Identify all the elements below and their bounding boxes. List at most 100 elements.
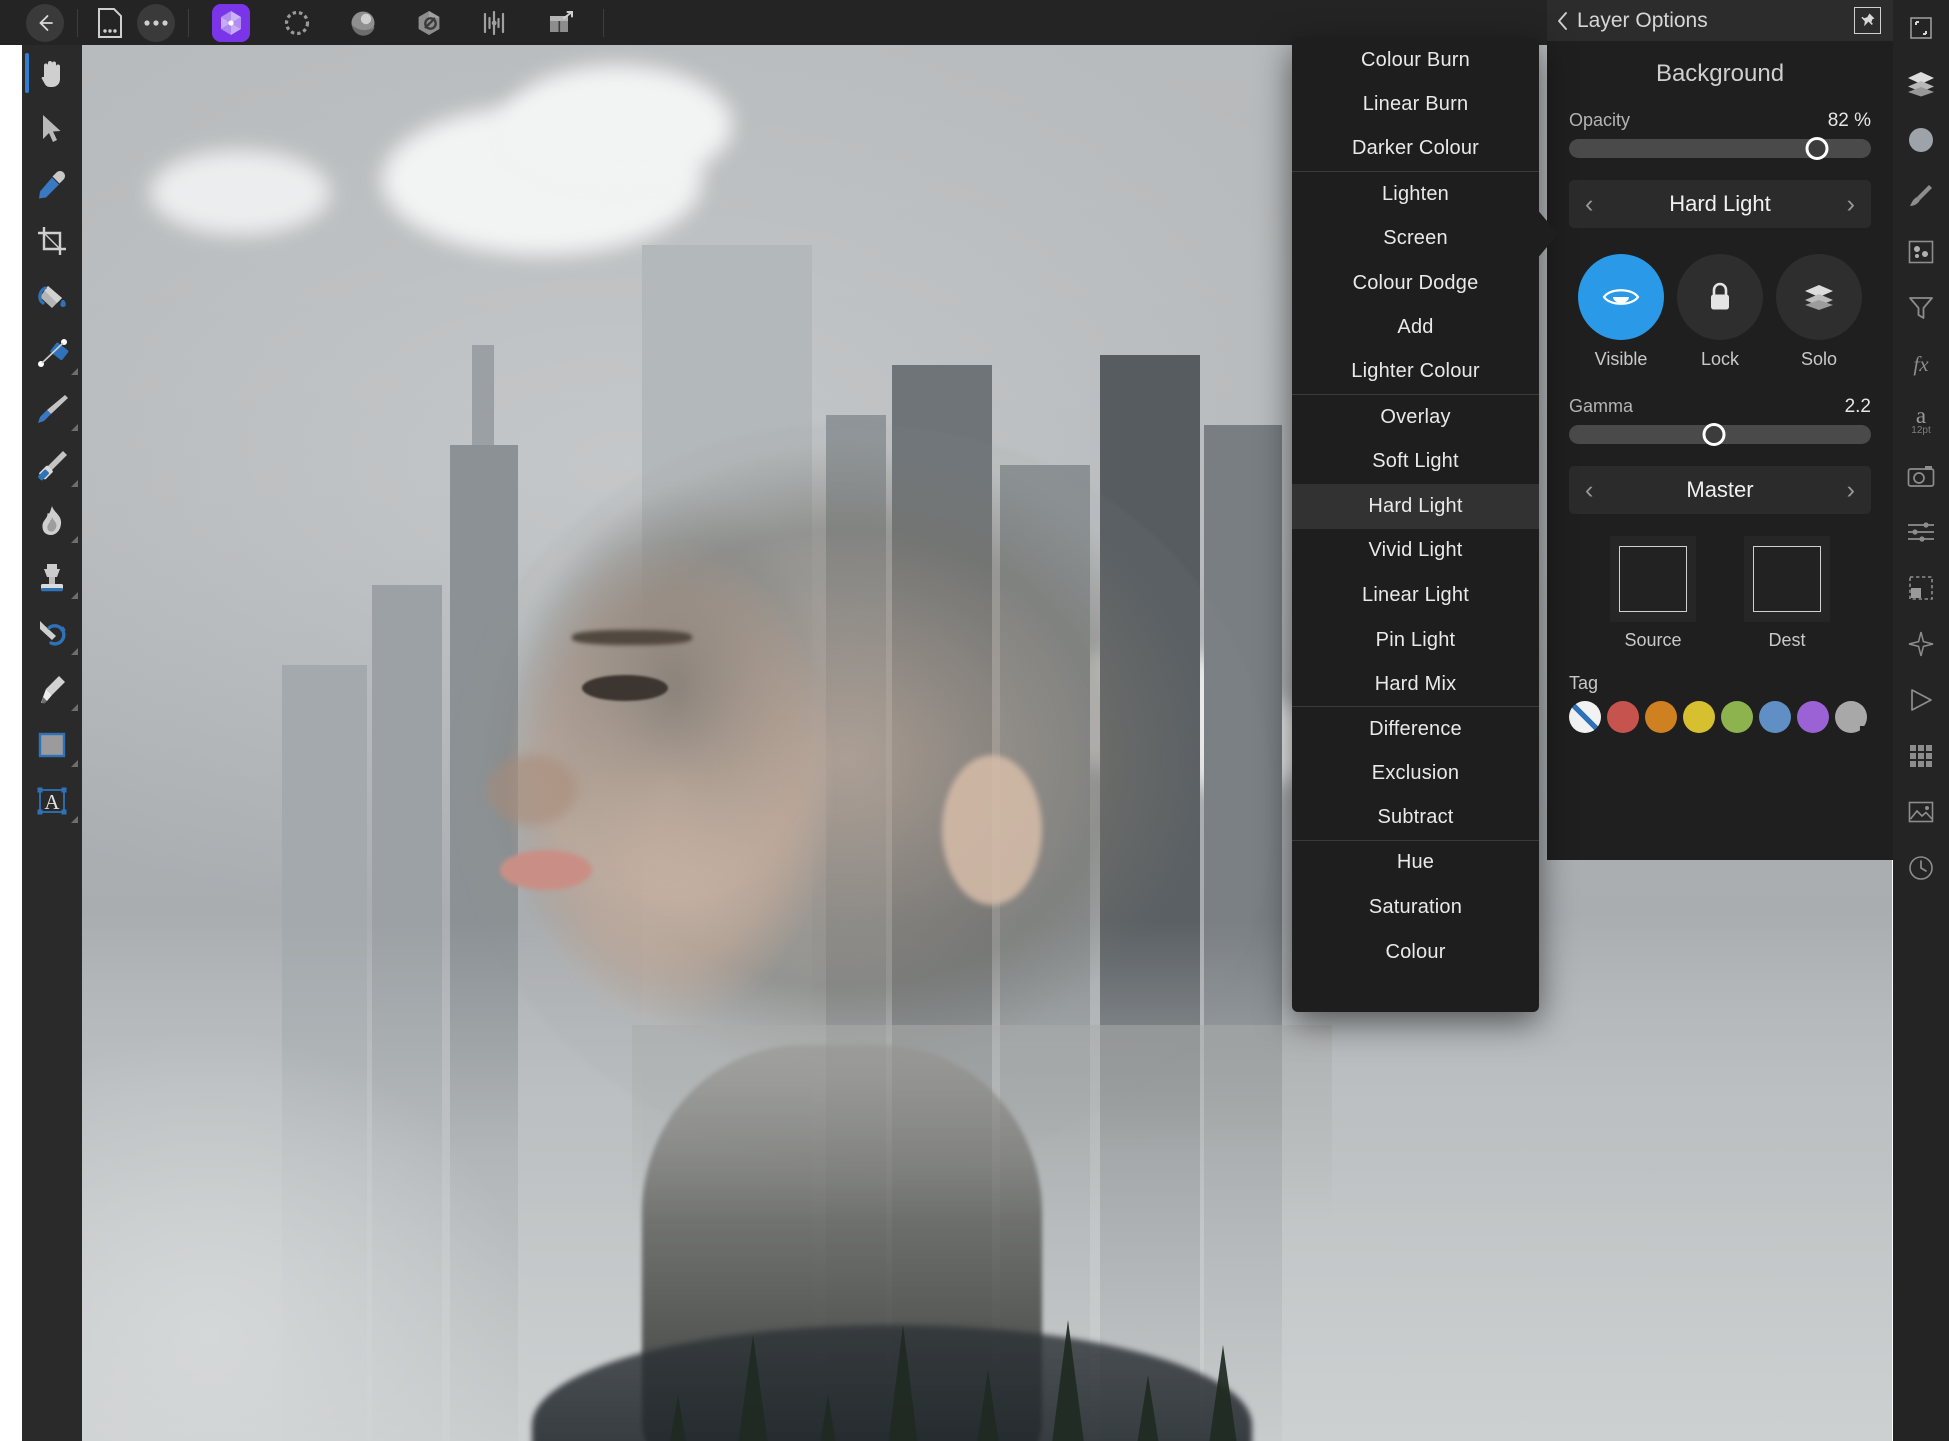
channel-next-button[interactable]: › xyxy=(1847,477,1855,503)
blend-mode-stepper[interactable]: ‹ Hard Light › xyxy=(1569,180,1871,228)
tool-submenu-indicator xyxy=(71,648,78,655)
tool-gradient[interactable] xyxy=(22,325,82,381)
visible-toggle[interactable]: Visible xyxy=(1575,254,1667,370)
studio-colour-button[interactable] xyxy=(1893,112,1949,168)
tool-rectangle[interactable] xyxy=(22,717,82,773)
studio-macros-button[interactable] xyxy=(1893,448,1949,504)
channel-stepper[interactable]: ‹ Master › xyxy=(1569,466,1871,514)
layers-icon xyxy=(1907,71,1935,97)
studio-history-button[interactable] xyxy=(1893,840,1949,896)
tag-colour-swatch[interactable] xyxy=(1759,701,1791,733)
studio-character-button[interactable]: a 12pt xyxy=(1893,392,1949,448)
blend-mode-item[interactable]: Difference xyxy=(1292,707,1539,752)
studio-macro-playback-button[interactable] xyxy=(1893,672,1949,728)
back-button[interactable] xyxy=(22,0,68,45)
tag-colour-swatch[interactable] xyxy=(1835,701,1867,733)
gamma-slider[interactable] xyxy=(1569,423,1871,446)
studio-navigator-button[interactable] xyxy=(1893,784,1949,840)
studio-sliders-button[interactable] xyxy=(1893,504,1949,560)
persona-liquify[interactable] xyxy=(344,4,382,42)
tool-artistic-text[interactable]: A xyxy=(22,773,82,829)
studio-adjustment-button[interactable] xyxy=(1893,224,1949,280)
tone-mapping-persona-icon xyxy=(482,10,508,36)
tool-burn-brush[interactable] xyxy=(22,493,82,549)
tag-colour-swatch[interactable] xyxy=(1569,701,1601,733)
studio-transform-button[interactable] xyxy=(1893,560,1949,616)
hand-tool-icon xyxy=(37,57,67,89)
studio-swatches-button[interactable] xyxy=(1893,728,1949,784)
studio-stock-button[interactable] xyxy=(1893,616,1949,672)
tool-pen[interactable] xyxy=(22,661,82,717)
studio-toggle-button[interactable] xyxy=(1893,0,1949,56)
studio-live-filters-button[interactable] xyxy=(1893,280,1949,336)
dest-swatch[interactable]: Dest xyxy=(1744,536,1830,651)
tool-crop[interactable] xyxy=(22,213,82,269)
lock-toggle[interactable]: Lock xyxy=(1674,254,1766,370)
tag-label: Tag xyxy=(1569,673,1599,693)
blend-mode-item[interactable]: Pin Light xyxy=(1292,618,1539,663)
tool-colour-picker[interactable] xyxy=(22,157,82,213)
tag-colour-swatch[interactable] xyxy=(1721,701,1753,733)
blend-mode-item[interactable]: Subtract xyxy=(1292,796,1539,841)
blend-mode-item[interactable]: Exclusion xyxy=(1292,752,1539,797)
tool-flood-fill[interactable] xyxy=(22,269,82,325)
grid-icon xyxy=(1909,744,1933,768)
blend-mode-item[interactable]: Screen xyxy=(1292,216,1539,261)
channel-prev-button[interactable]: ‹ xyxy=(1585,477,1593,503)
persona-export[interactable] xyxy=(542,4,580,42)
tool-clone-brush[interactable] xyxy=(22,549,82,605)
persona-tonemapping[interactable] xyxy=(476,4,514,42)
colour-circle-icon xyxy=(1907,126,1935,154)
blend-mode-item[interactable]: Colour Dodge xyxy=(1292,261,1539,306)
visible-toggle-label: Visible xyxy=(1594,349,1648,369)
persona-selection[interactable] xyxy=(278,4,316,42)
blend-mode-item[interactable]: Soft Light xyxy=(1292,439,1539,484)
blend-mode-menu[interactable]: Colour Burn Linear Burn Darker Colour Light… xyxy=(1292,38,1539,1012)
document-button[interactable] xyxy=(87,0,133,45)
blend-mode-next-button[interactable]: › xyxy=(1847,191,1855,217)
tool-paint-brush[interactable] xyxy=(22,381,82,437)
solo-toggle[interactable]: Solo xyxy=(1773,254,1865,370)
blend-mode-item[interactable]: Hard Mix xyxy=(1292,662,1539,707)
tag-colour-swatch[interactable] xyxy=(1683,701,1715,733)
opacity-slider[interactable] xyxy=(1569,137,1871,160)
tool-move[interactable] xyxy=(22,101,82,157)
tool-smudge-brush[interactable] xyxy=(22,605,82,661)
blend-mode-item[interactable]: Darker Colour xyxy=(1292,127,1539,172)
blend-mode-item[interactable]: Overlay xyxy=(1292,395,1539,440)
blend-mode-item[interactable]: Lighter Colour xyxy=(1292,350,1539,395)
pin-button[interactable] xyxy=(1854,7,1881,34)
gamma-slider-knob[interactable] xyxy=(1702,423,1726,446)
blend-mode-item[interactable]: Linear Burn xyxy=(1292,83,1539,128)
tag-colour-swatch[interactable] xyxy=(1797,701,1829,733)
blend-mode-item[interactable]: Colour Burn xyxy=(1292,38,1539,83)
source-swatch[interactable]: Source xyxy=(1610,536,1696,651)
tag-colour-swatch[interactable] xyxy=(1645,701,1677,733)
studio-effects-button[interactable]: fx xyxy=(1893,336,1949,392)
blend-mode-prev-button[interactable]: ‹ xyxy=(1585,191,1593,217)
blend-mode-item[interactable]: Lighten xyxy=(1292,172,1539,217)
more-button[interactable] xyxy=(133,0,179,45)
tool-submenu-indicator xyxy=(71,704,78,711)
persona-photo[interactable] xyxy=(212,3,250,42)
tool-view[interactable] xyxy=(22,45,82,101)
panel-back-button[interactable] xyxy=(1547,11,1577,31)
studio-brushes-button[interactable] xyxy=(1893,168,1949,224)
eyedropper-tool-icon xyxy=(35,168,69,202)
blend-mode-item[interactable]: Add xyxy=(1292,306,1539,351)
studio-layers-button[interactable] xyxy=(1893,56,1949,112)
blend-mode-item[interactable]: Colour xyxy=(1292,930,1539,975)
smudge-brush-tool-icon xyxy=(35,617,69,649)
blend-mode-item[interactable]: Saturation xyxy=(1292,885,1539,930)
star-sparkle-icon xyxy=(1907,630,1935,658)
opacity-slider-knob[interactable] xyxy=(1805,137,1829,160)
blend-mode-item[interactable]: Hard Light xyxy=(1292,483,1539,529)
persona-develop[interactable] xyxy=(410,4,448,42)
blend-mode-item[interactable]: Hue xyxy=(1292,841,1539,886)
tag-colour-swatch[interactable] xyxy=(1607,701,1639,733)
blend-mode-item[interactable]: Linear Light xyxy=(1292,573,1539,618)
lock-toggle-label: Lock xyxy=(1700,349,1740,369)
tool-erase-brush[interactable] xyxy=(22,437,82,493)
blend-mode-item[interactable]: Vivid Light xyxy=(1292,529,1539,574)
gradient-tool-icon xyxy=(35,337,69,369)
